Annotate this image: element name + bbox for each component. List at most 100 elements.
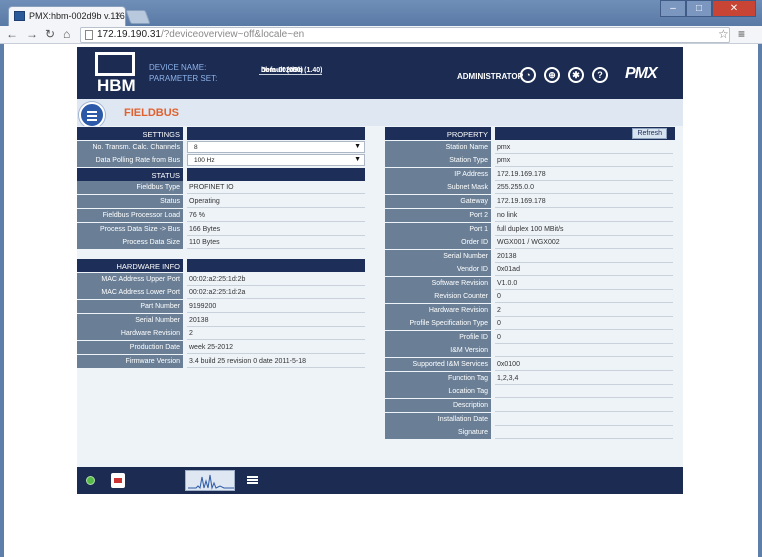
browser-tab[interactable]: PMX:hbm-002d9b v.116... ×: [8, 6, 126, 26]
row-label: Data Polling Rate from Bus: [77, 154, 183, 167]
page-title: FIELDBUS: [124, 107, 179, 119]
gauge-icon[interactable]: ◔: [520, 67, 536, 83]
app-footer: [77, 467, 683, 494]
tab-close-icon[interactable]: ×: [115, 10, 121, 21]
row-label: Description: [385, 399, 491, 412]
device-name-label: DEVICE NAME:: [149, 63, 207, 72]
row-value: 2: [495, 304, 673, 317]
waveform-icon: [188, 474, 234, 490]
parameter-set-label: PARAMETER SET:: [149, 74, 218, 83]
window-controls: – □ ✕: [660, 0, 756, 17]
window-border-right: [758, 44, 762, 557]
reload-icon[interactable]: ↻: [45, 27, 55, 41]
row-label: Revision Counter: [385, 290, 491, 303]
gear-icon[interactable]: ✱: [568, 67, 584, 83]
main-menu-button[interactable]: [79, 102, 105, 128]
row-label: Process Data Size -> Bus: [77, 223, 183, 236]
row-value: pmx: [495, 154, 673, 167]
minimize-button[interactable]: –: [660, 0, 686, 17]
refresh-button[interactable]: Refresh: [632, 128, 667, 139]
maximize-button[interactable]: □: [686, 0, 712, 17]
row-value: pmx: [495, 141, 673, 154]
row-value: V1.0.0: [495, 277, 673, 290]
parameter-set: Default (000): [259, 62, 304, 75]
row-value: 172.19.169.178: [495, 168, 673, 181]
app-header: HBM DEVICE NAME: hbm-002d9b (1.40) PARAM…: [77, 47, 683, 99]
forward-icon[interactable]: →: [26, 27, 38, 41]
home-icon[interactable]: ⌂: [63, 27, 70, 41]
globe-icon[interactable]: ⊕: [544, 67, 560, 83]
polling-rate-select[interactable]: 100 Hz ▼: [187, 154, 365, 166]
row-value: [495, 344, 673, 357]
signal-graph-button[interactable]: [185, 470, 235, 491]
row-label: Production Date: [77, 341, 183, 354]
help-icon[interactable]: ?: [592, 67, 608, 83]
row-label: Supported I&M Services: [385, 358, 491, 371]
section-title: PROPERTY: [385, 127, 491, 140]
url-path: /?deviceoverview~off&locale~en: [160, 29, 305, 40]
device-icon[interactable]: [111, 473, 125, 488]
row-value: 255.255.0.0: [495, 181, 673, 194]
row-value: 0x01ad: [495, 263, 673, 276]
transm-channels-select[interactable]: 8 ▼: [187, 141, 365, 153]
select-value: 8: [194, 144, 198, 151]
row-label: I&M Version: [385, 344, 491, 357]
row-value: 172.19.169.178: [495, 195, 673, 208]
row-label: Fieldbus Type: [77, 181, 183, 194]
row-value: 9199200: [187, 300, 365, 313]
back-icon[interactable]: ←: [6, 27, 18, 41]
row-label: Installation Date: [385, 413, 491, 426]
row-value: 76 %: [187, 209, 365, 222]
row-label: Hardware Revision: [77, 327, 183, 340]
row-label: MAC Address Lower Port: [77, 286, 183, 299]
row-value: 00:02:a2:25:1d:2b: [187, 273, 365, 286]
connection-status-icon: [86, 476, 95, 485]
bookmark-star-icon[interactable]: ☆: [718, 27, 729, 41]
row-value: 3.4 build 25 revision 0 date 2011-5-18: [187, 355, 365, 368]
list-view-icon[interactable]: [247, 476, 258, 485]
window-border-left: [0, 44, 4, 557]
row-label: Serial Number: [385, 250, 491, 263]
row-label: Location Tag: [385, 385, 491, 398]
row-value: 20138: [187, 314, 365, 327]
row-value: [495, 385, 673, 398]
main-content: SETTINGS No. Transm. Calc. Channels 8 ▼ …: [77, 126, 683, 467]
row-value: 110 Bytes: [187, 236, 365, 249]
row-value: 20138: [495, 250, 673, 263]
row-value: 166 Bytes: [187, 223, 365, 236]
device-info: DEVICE NAME: hbm-002d9b (1.40) PARAMETER…: [149, 62, 323, 84]
row-label: Process Data Size: [77, 236, 183, 249]
pmx-brand: PMX: [625, 65, 658, 82]
row-value: week 25-2012: [187, 341, 365, 354]
row-value: [495, 399, 673, 412]
row-label: Profile Specification Type: [385, 317, 491, 330]
row-label: Firmware Version: [77, 355, 183, 368]
row-value: 0: [495, 317, 673, 330]
address-bar[interactable]: 172.19.190.31/?deviceoverview~off&locale…: [80, 27, 730, 43]
browser-menu-icon[interactable]: ≡: [738, 27, 745, 41]
row-value: 00:02:a2:25:1d:2a: [187, 286, 365, 299]
row-label: IP Address: [385, 168, 491, 181]
browser-titlebar: PMX:hbm-002d9b v.116... × – □ ✕: [0, 0, 762, 26]
dropdown-arrow-icon: ▼: [354, 143, 361, 150]
row-label: Status: [77, 195, 183, 208]
row-label: Port 1: [385, 223, 491, 236]
row-label: Subnet Mask: [385, 181, 491, 194]
row-value: 0: [495, 331, 673, 344]
row-value: [495, 413, 673, 426]
row-value: 0: [495, 290, 673, 303]
row-value: WGX001 / WGX002: [495, 236, 673, 249]
row-value: 1,2,3,4: [495, 372, 673, 385]
select-value: 100 Hz: [194, 157, 215, 164]
row-label: No. Transm. Calc. Channels: [77, 141, 183, 154]
row-value: 2: [187, 327, 365, 340]
section-title: STATUS: [77, 168, 183, 181]
row-label: Station Name: [385, 141, 491, 154]
tab-title: PMX:hbm-002d9b v.116...: [29, 11, 126, 21]
close-window-button[interactable]: ✕: [712, 0, 756, 17]
row-label: Software Revision: [385, 277, 491, 290]
new-tab-button[interactable]: [125, 10, 151, 24]
row-label: MAC Address Upper Port: [77, 273, 183, 286]
row-label: Port 2: [385, 209, 491, 222]
page-favicon-icon: [14, 11, 25, 21]
